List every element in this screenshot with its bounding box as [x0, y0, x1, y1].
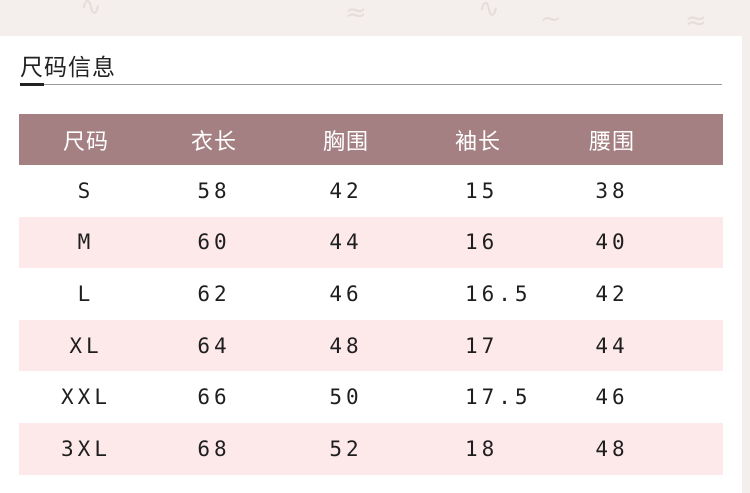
size-cell: S: [77, 178, 95, 203]
column-header-length: 衣长: [190, 129, 237, 155]
column-header-waist: 腰围: [588, 129, 635, 155]
chest-cell: 50: [329, 385, 363, 410]
decorative-doodle-icon: ~: [540, 4, 562, 34]
title-divider-accent: [20, 83, 44, 86]
section-title: 尺码信息: [20, 55, 116, 81]
column-header-sleeve: 袖长: [454, 129, 501, 155]
length-cell: 68: [197, 436, 231, 461]
length-cell: 66: [197, 385, 231, 410]
length-cell: 64: [197, 333, 231, 358]
sleeve-cell: 18: [465, 436, 499, 461]
decorative-doodle-icon: ∿: [478, 0, 500, 24]
length-cell: 62: [197, 281, 231, 306]
sleeve-cell: 16.5: [465, 281, 532, 306]
table-row: XXL 66 50 17.5 46: [19, 371, 723, 423]
sleeve-cell: 17.5: [465, 385, 532, 410]
size-cell: M: [77, 230, 95, 255]
waist-cell: 42: [595, 281, 629, 306]
column-header-chest: 胸围: [322, 129, 369, 155]
title-divider: [20, 84, 722, 85]
chest-cell: 48: [329, 333, 363, 358]
chest-cell: 42: [329, 178, 363, 203]
sleeve-cell: 16: [465, 230, 499, 255]
chest-cell: 46: [329, 281, 363, 306]
size-cell: L: [77, 281, 95, 306]
chest-cell: 44: [329, 230, 363, 255]
table-row: S 58 42 15 38: [19, 165, 723, 217]
waist-cell: 44: [595, 333, 629, 358]
chest-cell: 52: [329, 436, 363, 461]
size-cell: XXL: [61, 385, 111, 410]
table-row: M 60 44 16 40: [19, 216, 723, 269]
length-cell: 60: [197, 230, 231, 255]
sleeve-cell: 15: [465, 178, 499, 203]
table-row: L 62 46 16.5 42: [19, 268, 723, 320]
waist-cell: 46: [595, 385, 629, 410]
decorative-doodle-icon: ≈: [685, 6, 707, 36]
sleeve-cell: 17: [465, 333, 499, 358]
decorative-doodle-icon: ≈: [345, 0, 367, 28]
waist-cell: 48: [595, 436, 629, 461]
waist-cell: 40: [595, 230, 629, 255]
size-cell: 3XL: [61, 436, 111, 461]
table-header-row: 尺码 衣长 胸围 袖长 腰围: [19, 114, 723, 165]
size-table: 尺码 衣长 胸围 袖长 腰围 S 58 42 15 38 M 60 44 16 …: [19, 114, 723, 475]
decorative-doodle-icon: ∿: [80, 0, 102, 22]
waist-cell: 38: [595, 178, 629, 203]
column-header-size: 尺码: [62, 129, 109, 155]
size-cell: XL: [69, 333, 103, 358]
length-cell: 58: [197, 178, 231, 203]
table-row: 3XL 68 52 18 48: [19, 422, 723, 475]
table-row: XL 64 48 17 44: [19, 319, 723, 372]
